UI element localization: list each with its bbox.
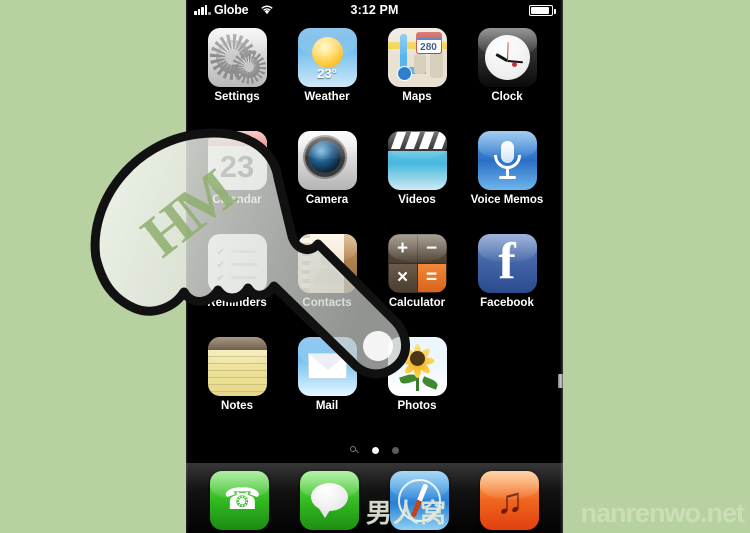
app-row: Settings 23° Weather 280 Maps Clock <box>186 28 563 131</box>
page-dot-2[interactable] <box>392 446 399 454</box>
app-label: Photos <box>397 400 437 412</box>
app-clock[interactable]: Clock <box>462 28 552 131</box>
facebook-glyph: f <box>498 234 516 290</box>
phone-handset-icon[interactable]: ☎ <box>209 471 269 530</box>
app-contacts[interactable]: Contacts <box>282 234 372 337</box>
clock-icon[interactable] <box>477 28 537 87</box>
battery-fill <box>531 7 549 14</box>
app-photos[interactable]: Photos <box>372 337 462 440</box>
app-label: Calculator <box>388 297 446 309</box>
settings-gear-icon[interactable] <box>207 28 267 87</box>
app-settings[interactable]: Settings <box>192 28 282 131</box>
app-label: Maps <box>402 91 432 103</box>
app-label: Notes <box>221 400 253 412</box>
facebook-icon[interactable]: f <box>477 234 537 293</box>
app-label: Facebook <box>480 297 534 309</box>
app-row: Notes Mail Photos <box>186 337 563 440</box>
mail-envelope-icon[interactable] <box>297 337 357 396</box>
page-indicator <box>186 444 563 456</box>
status-bar: Globe 3:12 PM <box>186 0 563 20</box>
app-camera[interactable]: Camera <box>282 131 372 234</box>
screenshot-root: Globe 3:12 PM Settings 23° Weather 280 M… <box>0 0 750 533</box>
calculator-icon[interactable]: + − × = <box>387 234 447 293</box>
search-magnifier-icon[interactable] <box>350 445 359 455</box>
app-grid: Settings 23° Weather 280 Maps Clock Thur… <box>186 28 563 440</box>
contacts-book-icon[interactable] <box>297 234 357 293</box>
app-label: Clock <box>491 91 523 103</box>
photos-sunflower-icon[interactable] <box>387 337 447 396</box>
calc-key-plus: + <box>388 235 417 263</box>
app-maps[interactable]: 280 Maps <box>372 28 462 131</box>
app-mail[interactable]: Mail <box>282 337 372 440</box>
route-shield-icon: 280 <box>415 32 442 54</box>
calendar-weekday: Thursday <box>207 131 267 146</box>
app-voice-memos[interactable]: Voice Memos <box>462 131 552 234</box>
app-notes[interactable]: Notes <box>192 337 282 440</box>
app-label: Settings <box>214 91 260 103</box>
maps-icon[interactable]: 280 <box>387 28 447 87</box>
weather-sun-icon[interactable]: 23° <box>297 28 357 87</box>
camera-lens-icon[interactable] <box>297 131 357 190</box>
app-row: ✔ ✔ ✔ Reminders Contacts + − × = Calcula… <box>186 234 563 337</box>
route-number: 280 <box>420 42 437 53</box>
app-reminders[interactable]: ✔ ✔ ✔ Reminders <box>192 234 282 337</box>
app-label: Camera <box>305 194 349 206</box>
iphone-device: Globe 3:12 PM Settings 23° Weather 280 M… <box>186 0 563 533</box>
app-label: Weather <box>304 91 350 103</box>
calc-key-times: × <box>388 264 417 292</box>
app-videos[interactable]: Videos <box>372 131 462 234</box>
watermark-chinese: 男人窝 <box>365 498 447 528</box>
reminders-checklist-icon[interactable]: ✔ ✔ ✔ <box>207 234 267 293</box>
microphone-icon[interactable] <box>477 131 537 190</box>
messages-bubble-icon[interactable] <box>299 471 359 530</box>
status-bar-time: 3:12 PM <box>350 3 399 17</box>
weather-temperature: 23° <box>317 66 337 81</box>
map-pin-icon <box>396 66 412 81</box>
page-dot-1[interactable] <box>372 446 379 454</box>
sun-shape <box>311 37 343 68</box>
app-weather[interactable]: 23° Weather <box>282 28 372 131</box>
calc-key-equals: = <box>417 264 446 292</box>
music-note-icon[interactable]: ♫ <box>480 471 540 530</box>
app-label: Contacts <box>302 297 352 309</box>
app-calculator[interactable]: + − × = Calculator <box>372 234 462 337</box>
app-label: Voice Memos <box>470 194 544 206</box>
calc-key-minus: − <box>417 235 446 263</box>
videos-clapper-icon[interactable] <box>387 131 447 190</box>
app-facebook[interactable]: f Facebook <box>462 234 552 337</box>
app-label: Reminders <box>207 297 267 309</box>
battery-icon <box>529 5 556 16</box>
app-slot-empty <box>462 337 552 440</box>
app-label: Mail <box>315 400 339 412</box>
watermark-site: nanrenwo.net <box>580 498 745 528</box>
notes-pad-icon[interactable] <box>207 337 267 396</box>
app-label: Videos <box>398 194 436 206</box>
app-row: Thursday 23 Calendar Camera Videos Voice… <box>186 131 563 234</box>
